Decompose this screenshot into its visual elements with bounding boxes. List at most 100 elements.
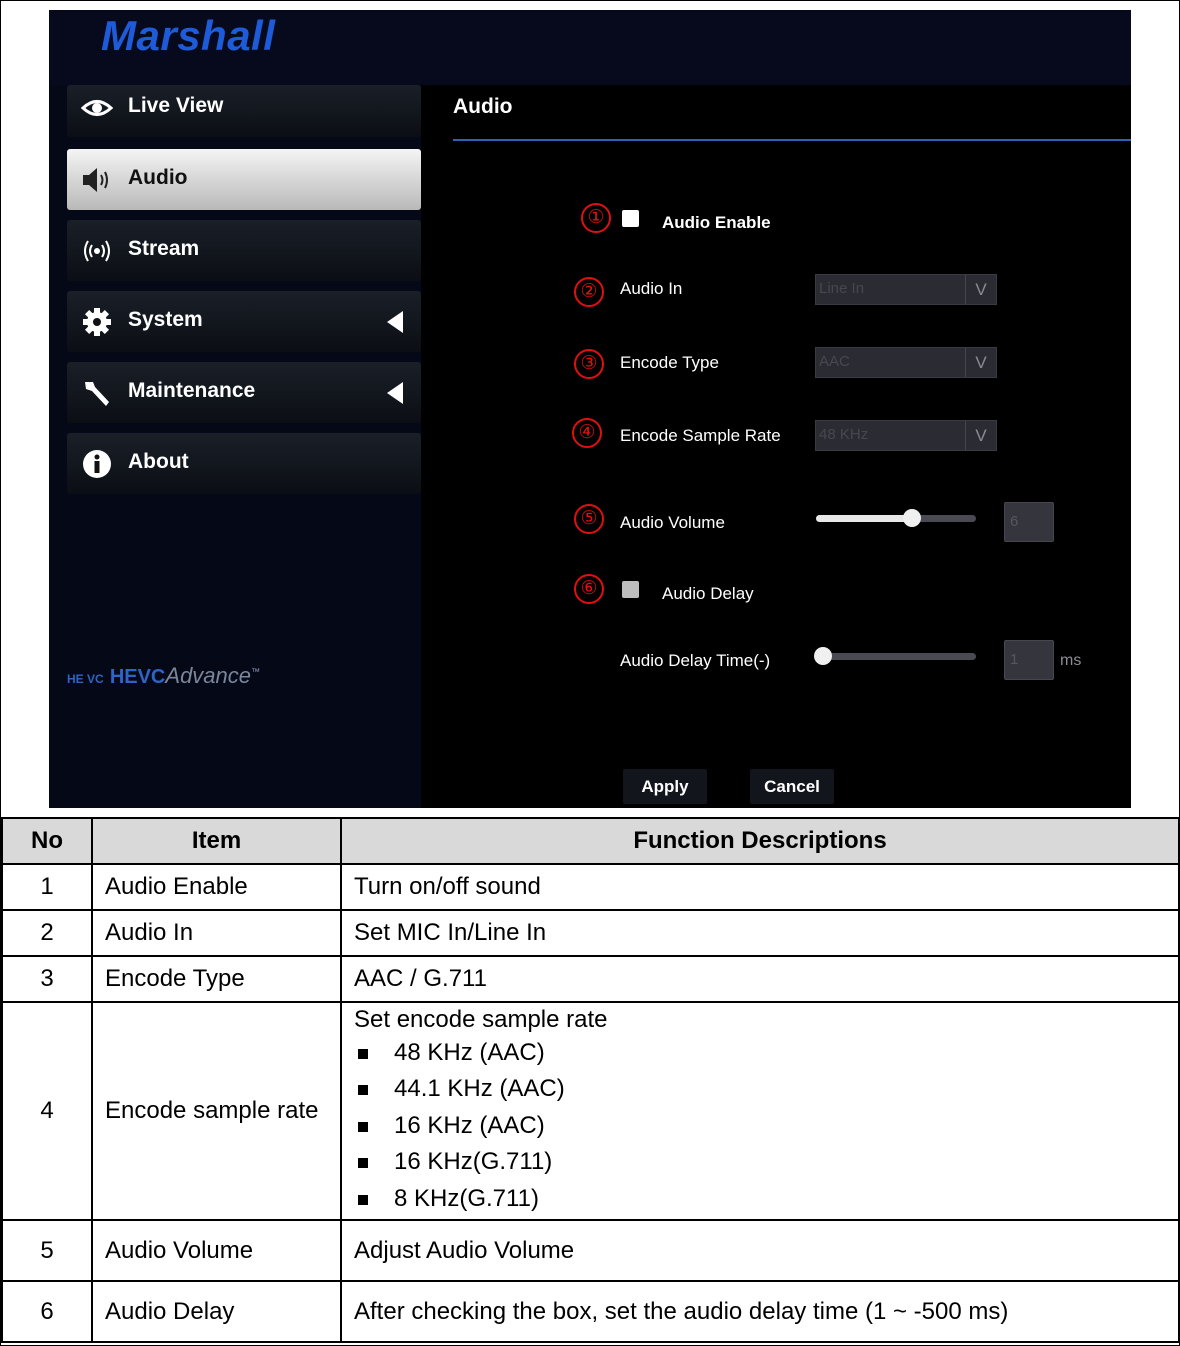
gear-icon — [83, 308, 111, 336]
audio-enable-label: Audio Enable — [662, 213, 771, 232]
row-description-cell: Set encode sample rate 48 KHz (AAC) 44.1… — [340, 1001, 1180, 1221]
audio-in-select[interactable]: Line In V — [815, 274, 997, 305]
row-item: Audio In — [91, 909, 342, 957]
audio-volume-input[interactable]: 6 — [1004, 502, 1054, 542]
audio-delay-time-label: Audio Delay Time(-) — [620, 651, 771, 670]
info-icon — [83, 450, 111, 478]
audio-enable-checkbox[interactable] — [622, 210, 639, 227]
audio-volume-handle[interactable] — [903, 509, 921, 527]
sidebar-item-about[interactable]: About — [67, 433, 421, 494]
table-row: 4 Encode sample rate Set encode sample r… — [1, 1001, 1180, 1221]
marker-3: ③ — [574, 349, 604, 379]
audio-in-label: Audio In — [620, 279, 683, 298]
row-description: Adjust Audio Volume — [340, 1219, 1180, 1282]
audio-volume-fill — [816, 515, 912, 522]
title-divider — [453, 139, 1131, 141]
sidebar-item-label: Maintenance — [128, 379, 256, 402]
encode-type-value: AAC — [819, 353, 850, 370]
row-item: Encode sample rate — [91, 1001, 342, 1221]
row-item: Audio Delay — [91, 1280, 342, 1343]
audio-in-value: Line In — [819, 280, 865, 297]
sidebar-item-stream[interactable]: Stream — [67, 220, 421, 281]
header-item: Item — [91, 817, 342, 865]
audio-volume-slider[interactable] — [816, 515, 976, 522]
apply-button[interactable]: Apply — [623, 769, 707, 804]
row-description: Set MIC In/Line In — [340, 909, 1180, 957]
hevc-text: HEVC — [109, 666, 166, 688]
list-item: 44.1 KHz (AAC) — [354, 1071, 1178, 1108]
brand-logo: Marshall — [101, 12, 276, 59]
function-description-table: No Item Function Descriptions 1 Audio En… — [1, 817, 1180, 1343]
encode-sample-rate-select[interactable]: 48 KHz V — [815, 420, 997, 451]
speaker-icon — [83, 168, 108, 192]
wrench-icon — [85, 382, 109, 406]
broadcast-icon — [84, 240, 110, 262]
table-row: 2 Audio In Set MIC In/Line In — [1, 909, 1180, 957]
encode-type-label: Encode Type — [620, 353, 719, 372]
sidebar-item-system[interactable]: System — [67, 291, 421, 352]
chevron-down-icon: V — [965, 348, 996, 377]
main-panel: Audio ① Audio Enable ② Audio In Line In … — [421, 85, 1131, 808]
sidebar-item-label: Stream — [128, 237, 200, 260]
audio-volume-label: Audio Volume — [620, 513, 725, 532]
encode-sample-rate-value: 48 KHz — [819, 426, 869, 443]
list-item: 16 KHz(G.711) — [354, 1144, 1178, 1181]
row-description: Turn on/off sound — [340, 863, 1180, 911]
sidebar-item-audio[interactable]: Audio — [67, 149, 421, 210]
app-header: Marshall — [49, 10, 1131, 85]
row-no: 5 — [1, 1219, 93, 1282]
page-title: Audio — [453, 95, 513, 118]
table-row: 3 Encode Type AAC / G.711 — [1, 955, 1180, 1003]
audio-delay-time-handle[interactable] — [814, 647, 832, 665]
hevc-mark: HE VC — [67, 672, 104, 686]
encode-sample-rate-label: Encode Sample Rate — [620, 426, 781, 445]
audio-delay-time-input[interactable]: 1 — [1004, 640, 1054, 680]
row-no: 6 — [1, 1280, 93, 1343]
ui-screenshot: Marshall Live View Audio Stream System M… — [49, 10, 1131, 808]
sidebar-item-maintenance[interactable]: Maintenance — [67, 362, 421, 423]
table-row: 5 Audio Volume Adjust Audio Volume — [1, 1219, 1180, 1282]
table-header-row: No Item Function Descriptions — [1, 817, 1180, 865]
header-function-descriptions: Function Descriptions — [340, 817, 1180, 865]
row-description: After checking the box, set the audio de… — [340, 1280, 1180, 1343]
chevron-down-icon: V — [965, 421, 996, 450]
row-no: 1 — [1, 863, 93, 911]
expand-arrow-icon — [387, 311, 403, 333]
eye-icon — [81, 100, 113, 116]
table-row: 1 Audio Enable Turn on/off sound — [1, 863, 1180, 911]
header-no: No — [1, 817, 93, 865]
row-item: Encode Type — [91, 955, 342, 1003]
audio-delay-time-value: 1 — [1010, 651, 1019, 668]
advance-text: Advance — [165, 663, 252, 688]
encode-type-select[interactable]: AAC V — [815, 347, 997, 378]
row-no: 3 — [1, 955, 93, 1003]
sidebar-item-live-view[interactable]: Live View — [67, 85, 421, 137]
chevron-down-icon: V — [965, 275, 996, 304]
marker-6: ⑥ — [574, 574, 604, 604]
row-item: Audio Enable — [91, 863, 342, 911]
marker-1: ① — [581, 203, 611, 233]
row-description: AAC / G.711 — [340, 955, 1180, 1003]
marker-5: ⑤ — [574, 504, 604, 534]
sidebar: Live View Audio Stream System Maintenanc… — [49, 85, 421, 808]
cancel-button[interactable]: Cancel — [750, 769, 834, 804]
expand-arrow-icon — [387, 382, 403, 404]
audio-delay-unit: ms — [1060, 652, 1082, 669]
list-item: 8 KHz(G.711) — [354, 1181, 1178, 1218]
marker-4: ④ — [572, 418, 602, 448]
row-description: Set encode sample rate — [354, 1005, 608, 1033]
hevc-advance-logo: HE VC HEVCAdvance™ — [67, 663, 260, 689]
table-row: 6 Audio Delay After checking the box, se… — [1, 1280, 1180, 1343]
audio-delay-label: Audio Delay — [662, 584, 754, 603]
trademark-symbol: ™ — [251, 666, 261, 677]
sidebar-item-label: Audio — [128, 166, 188, 189]
audio-volume-value: 6 — [1010, 513, 1019, 530]
audio-delay-time-slider[interactable] — [816, 653, 976, 660]
list-item: 16 KHz (AAC) — [354, 1108, 1178, 1145]
list-item: 48 KHz (AAC) — [354, 1035, 1178, 1072]
audio-delay-checkbox[interactable] — [622, 581, 639, 598]
row-item: Audio Volume — [91, 1219, 342, 1282]
marker-2: ② — [574, 277, 604, 307]
sidebar-item-label: System — [128, 308, 203, 331]
row-no: 4 — [1, 1001, 93, 1221]
